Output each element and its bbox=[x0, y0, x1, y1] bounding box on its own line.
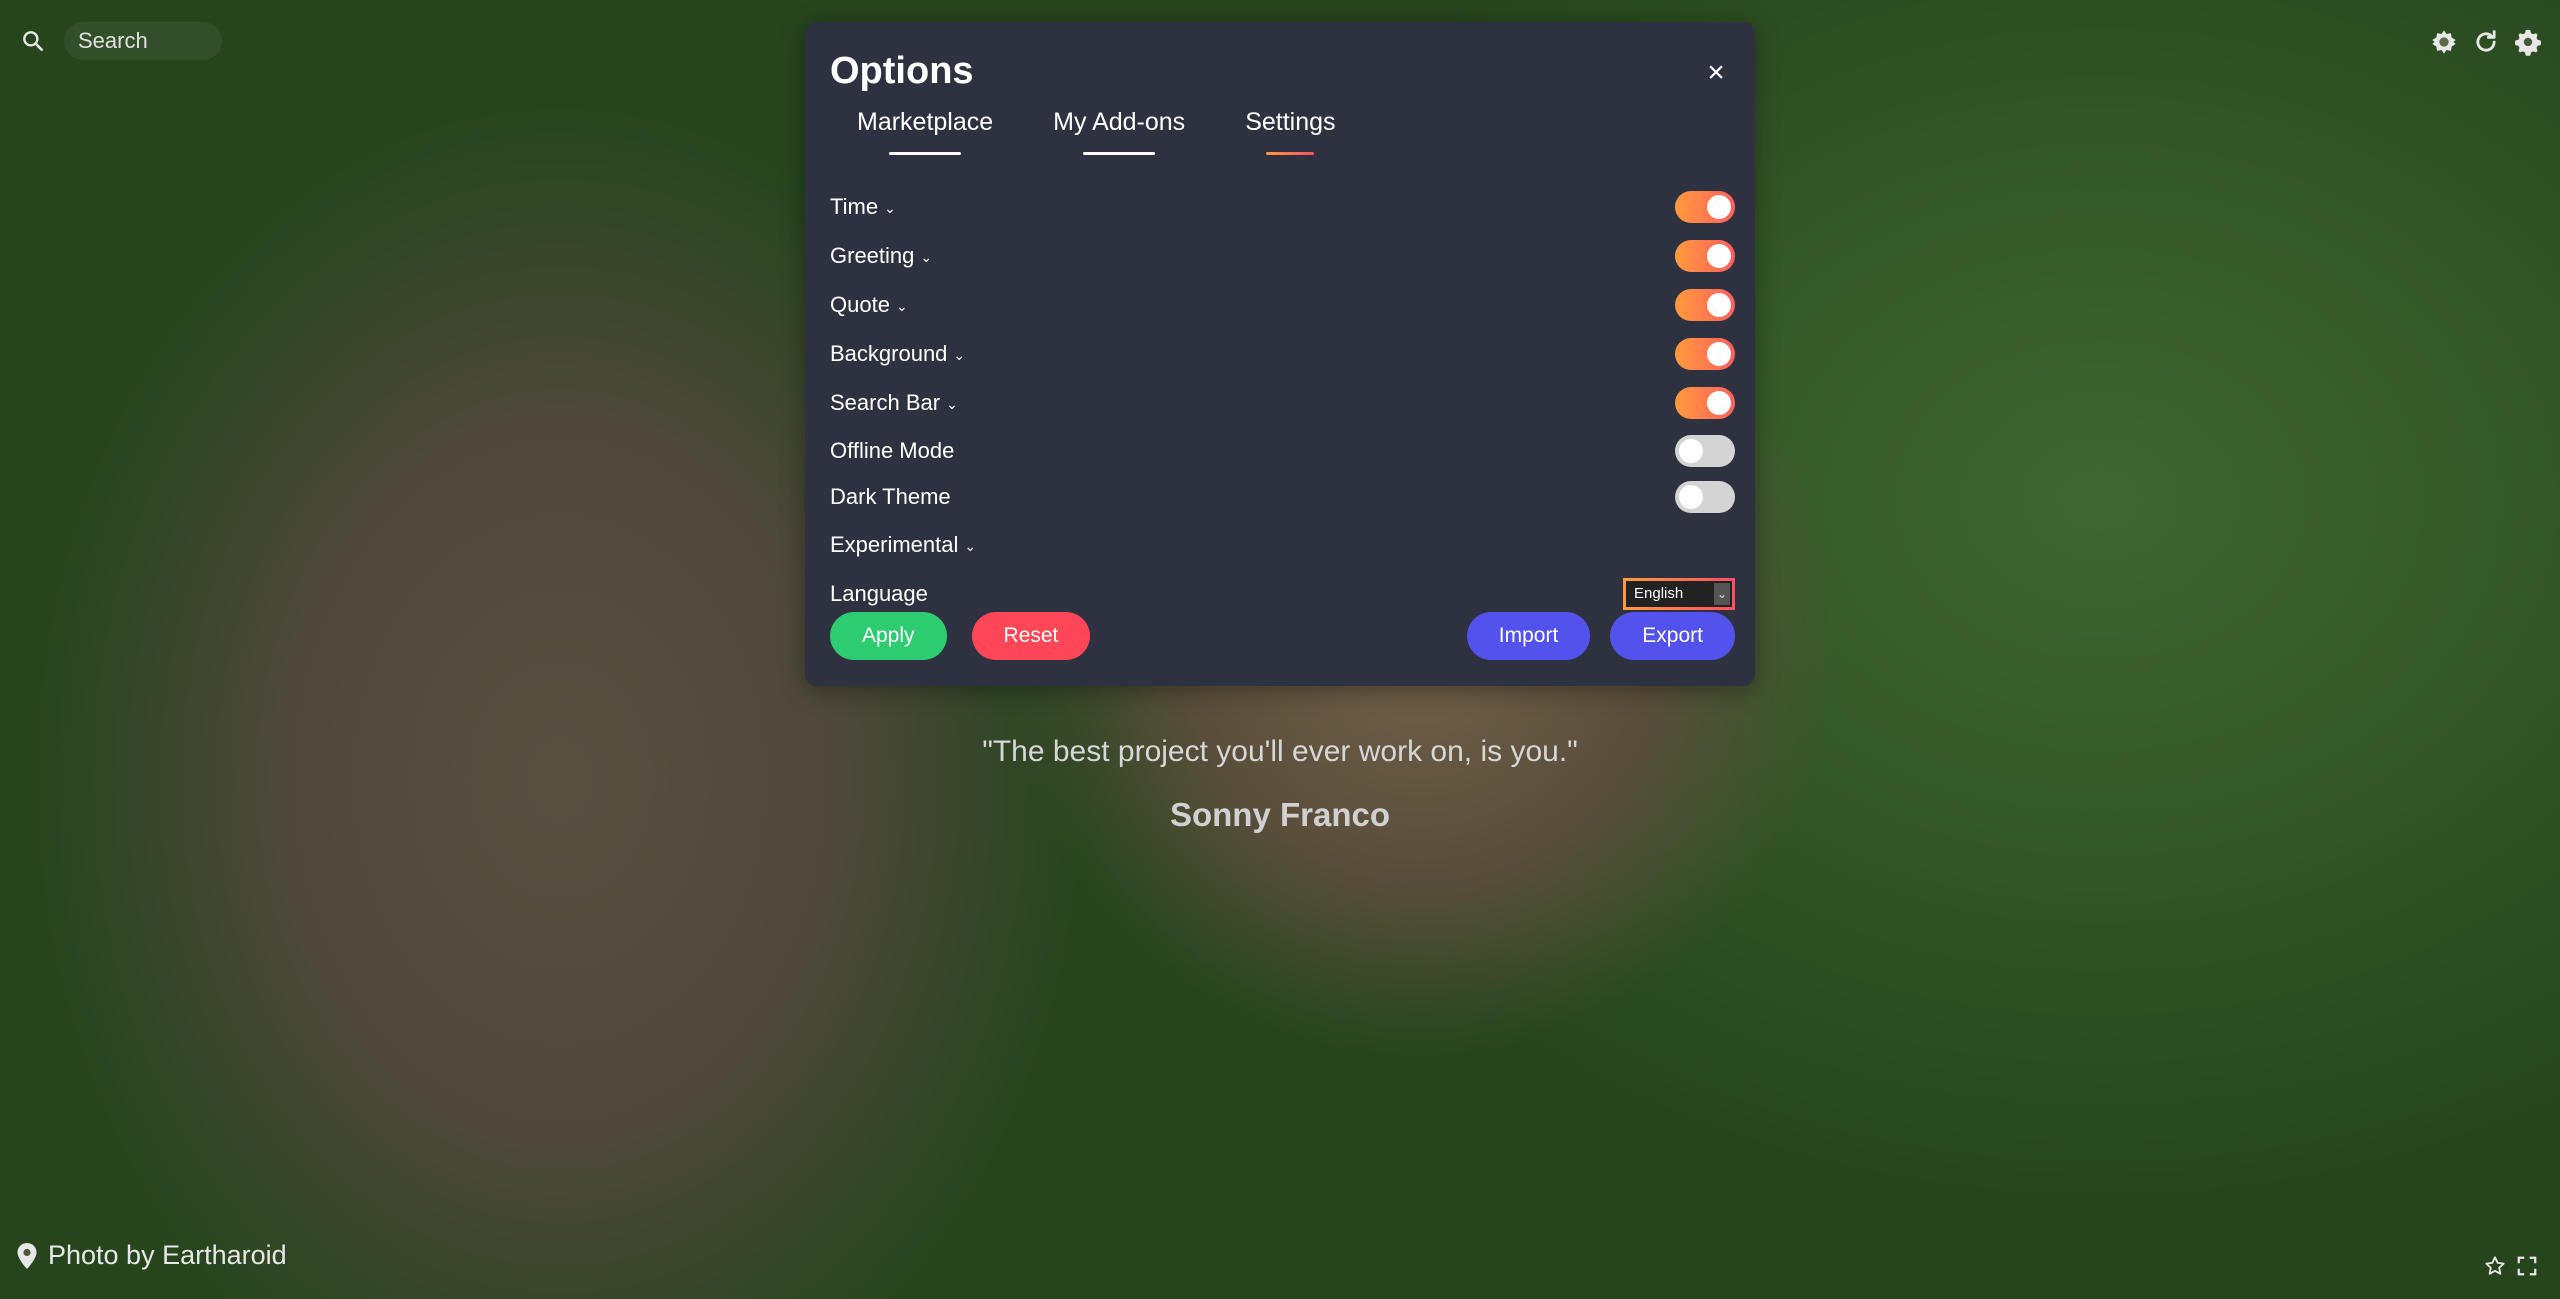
setting-label-time[interactable]: Time ⌄ bbox=[830, 194, 896, 220]
language-select[interactable]: English ⌄ bbox=[1623, 577, 1735, 610]
setting-label-experimental[interactable]: Experimental ⌄ bbox=[830, 532, 976, 558]
offline-mode-toggle[interactable] bbox=[1675, 434, 1735, 467]
setting-row-background: Background ⌄ bbox=[830, 329, 1735, 378]
toggle-knob bbox=[1707, 292, 1731, 317]
tab-label: Marketplace bbox=[857, 108, 994, 136]
apply-button[interactable]: Apply bbox=[830, 612, 947, 660]
setting-label-offline-mode: Offline Mode bbox=[830, 438, 954, 464]
chevron-down-icon: ⌄ bbox=[884, 200, 896, 216]
setting-label: Search Bar bbox=[830, 389, 941, 415]
bottom-right-toolbar bbox=[2484, 1255, 2538, 1277]
modal-title: Options bbox=[830, 50, 974, 92]
chevron-down-icon: ⌄ bbox=[1714, 582, 1730, 605]
setting-label-quote[interactable]: Quote ⌄ bbox=[830, 292, 908, 318]
setting-row-language: Language English ⌄ bbox=[830, 569, 1735, 618]
setting-label-greeting[interactable]: Greeting ⌄ bbox=[830, 243, 932, 269]
fullscreen-icon[interactable] bbox=[2516, 1255, 2538, 1277]
tab-underline-active bbox=[1266, 152, 1315, 155]
toggle-knob bbox=[1707, 243, 1731, 268]
toggle-knob bbox=[1707, 194, 1731, 219]
chevron-down-icon: ⌄ bbox=[953, 347, 966, 363]
weather-icon[interactable] bbox=[2430, 28, 2458, 56]
options-tabs: Marketplace My Add-ons Settings bbox=[857, 108, 1336, 155]
search-bar-toggle[interactable] bbox=[1675, 386, 1735, 419]
setting-label: Dark Theme bbox=[830, 484, 951, 509]
setting-row-quote: Quote ⌄ bbox=[830, 280, 1735, 329]
export-button[interactable]: Export bbox=[1610, 612, 1735, 660]
setting-label: Quote bbox=[830, 291, 890, 317]
tab-marketplace[interactable]: Marketplace bbox=[857, 108, 994, 155]
dark-theme-toggle[interactable] bbox=[1675, 481, 1735, 513]
chevron-down-icon: ⌄ bbox=[920, 249, 933, 265]
tab-settings[interactable]: Settings bbox=[1245, 108, 1336, 155]
settings-list: Time ⌄ Greeting ⌄ Quote ⌄ Background ⌄ Searc… bbox=[830, 182, 1735, 618]
star-icon[interactable] bbox=[2484, 1255, 2506, 1277]
chevron-down-icon: ⌄ bbox=[946, 396, 958, 412]
toggle-knob bbox=[1679, 485, 1703, 509]
tab-label: Settings bbox=[1245, 108, 1336, 136]
setting-row-greeting: Greeting ⌄ bbox=[830, 231, 1735, 280]
setting-label-dark-theme: Dark Theme bbox=[830, 484, 951, 510]
search-icon[interactable] bbox=[20, 28, 46, 54]
toggle-knob bbox=[1707, 390, 1731, 415]
tab-underline bbox=[1083, 152, 1156, 155]
left-actions: Apply Reset bbox=[830, 612, 1091, 660]
options-actions: Apply Reset Import Export bbox=[830, 612, 1735, 660]
close-button[interactable]: × bbox=[1699, 56, 1733, 90]
language-label: Language bbox=[830, 580, 928, 606]
greeting-toggle[interactable] bbox=[1675, 239, 1735, 272]
setting-label: Greeting bbox=[830, 242, 915, 268]
search-input[interactable] bbox=[64, 22, 222, 60]
quote-toggle[interactable] bbox=[1675, 288, 1735, 321]
tab-underline bbox=[889, 152, 962, 155]
setting-label: Offline Mode bbox=[830, 437, 955, 463]
chevron-down-icon: ⌄ bbox=[964, 538, 977, 554]
photo-credit: Photo by Eartharoid bbox=[16, 1240, 287, 1271]
language-selected: English bbox=[1634, 585, 1684, 602]
tab-label: My Add-ons bbox=[1053, 108, 1186, 136]
chevron-down-icon: ⌄ bbox=[895, 298, 908, 314]
setting-row-time: Time ⌄ bbox=[830, 182, 1735, 231]
options-modal: Options × Marketplace My Add-ons Setting… bbox=[805, 22, 1755, 686]
setting-label: Experimental bbox=[830, 531, 959, 557]
setting-row-experimental: Experimental ⌄ bbox=[830, 520, 1735, 569]
search-bar bbox=[20, 22, 222, 60]
right-actions: Import Export bbox=[1466, 612, 1735, 660]
reset-button[interactable]: Reset bbox=[971, 612, 1091, 660]
setting-row-search-bar: Search Bar ⌄ bbox=[830, 378, 1735, 427]
import-button[interactable]: Import bbox=[1466, 612, 1591, 660]
time-toggle[interactable] bbox=[1675, 190, 1735, 223]
setting-label-search-bar[interactable]: Search Bar ⌄ bbox=[830, 390, 958, 416]
quote-author: Sonny Franco bbox=[1169, 796, 1391, 833]
top-right-toolbar bbox=[2430, 28, 2542, 56]
toggle-knob bbox=[1707, 341, 1731, 366]
setting-label: Background bbox=[830, 340, 948, 366]
quote-text: "The best project you'll ever work on, i… bbox=[982, 735, 1578, 768]
setting-label-background[interactable]: Background ⌄ bbox=[830, 341, 965, 367]
setting-row-dark-theme: Dark Theme bbox=[830, 474, 1735, 520]
location-pin-icon[interactable] bbox=[16, 1242, 38, 1270]
toggle-knob bbox=[1679, 438, 1703, 463]
photo-credit-text[interactable]: Photo by Eartharoid bbox=[48, 1240, 287, 1271]
setting-row-offline-mode: Offline Mode bbox=[830, 427, 1735, 474]
tab-my-addons[interactable]: My Add-ons bbox=[1053, 108, 1186, 155]
background-toggle[interactable] bbox=[1675, 337, 1735, 370]
gear-icon[interactable] bbox=[2514, 28, 2542, 56]
setting-label: Time bbox=[830, 193, 879, 219]
refresh-icon[interactable] bbox=[2472, 28, 2500, 56]
